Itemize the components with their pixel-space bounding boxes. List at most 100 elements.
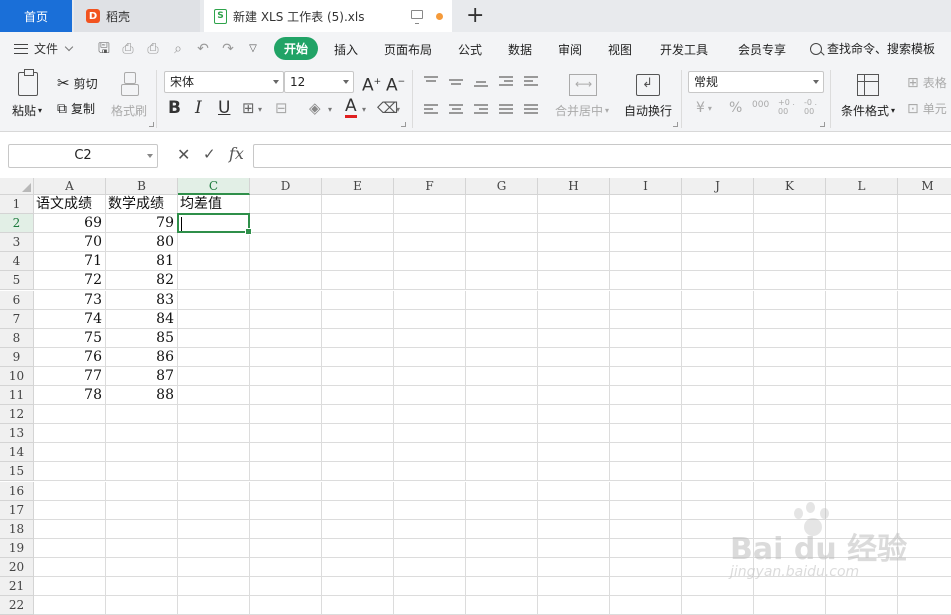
cell-h17[interactable] [538,500,610,520]
wrap-text-label-wrap[interactable]: 自动换行 [624,102,672,119]
column-header-j[interactable]: J [682,178,754,195]
cell-d1[interactable] [250,195,322,215]
cell-i21[interactable] [610,577,682,597]
row-header-19[interactable]: 19 [0,538,34,558]
cell-a6[interactable]: 73 [34,290,106,310]
tab-insert[interactable]: 插入 [334,41,358,58]
tab-start[interactable]: 开始 [274,37,319,60]
cell-m13[interactable] [898,424,951,444]
cell-e10[interactable] [322,366,394,386]
cell-style-button[interactable]: ⊡ 单元 [907,100,947,117]
cell-a4[interactable]: 71 [34,252,106,272]
cancel-edit-icon[interactable]: ✕ [177,145,190,164]
cell-m5[interactable] [898,271,951,291]
tab-view[interactable]: 视图 [608,41,632,58]
cell-m9[interactable] [898,348,951,367]
cell-a1[interactable]: 语文成绩 [34,195,106,215]
customize-quick-access-icon[interactable]: ▽ [245,41,261,57]
cell-g21[interactable] [466,577,538,597]
indent-increase-icon[interactable] [524,76,538,87]
cell-j1[interactable] [682,195,754,215]
cell-d11[interactable] [250,386,322,406]
cell-d19[interactable] [250,538,322,558]
cell-c6[interactable] [178,290,250,310]
cell-i22[interactable] [610,596,682,615]
cell-f22[interactable] [394,596,466,615]
cell-f16[interactable] [394,481,466,501]
cell-h1[interactable] [538,195,610,215]
tab-member[interactable]: 会员专享 [738,41,786,58]
tab-document[interactable]: S 新建 XLS 工作表 (5).xls [204,0,452,32]
cell-e7[interactable] [322,309,394,329]
cell-i7[interactable] [610,309,682,329]
cell-l4[interactable] [826,252,898,272]
cell-a2[interactable]: 69 [34,214,106,234]
cell-f4[interactable] [394,252,466,272]
cell-k21[interactable] [754,577,826,597]
cell-m17[interactable] [898,501,951,520]
cell-j19[interactable] [682,538,754,558]
cell-a20[interactable] [34,557,106,577]
cell-j13[interactable] [682,424,754,444]
row-header-18[interactable]: 18 [0,519,34,539]
cell-e22[interactable] [322,596,394,615]
cell-k1[interactable] [754,195,826,215]
justify-icon[interactable] [499,104,513,115]
cell-i8[interactable] [610,328,682,348]
row-header-13[interactable]: 13 [0,424,34,444]
cell-b16[interactable] [106,481,178,501]
cell-h2[interactable] [538,214,610,234]
cell-l14[interactable] [826,443,898,463]
cell-a5[interactable]: 72 [34,271,106,291]
new-tab-button[interactable]: + [466,3,484,29]
row-header-8[interactable]: 8 [0,328,34,348]
increase-font-button[interactable]: A+ [362,72,381,96]
cell-k3[interactable] [754,233,826,253]
alignment-launcher-icon[interactable] [673,122,678,127]
cell-i9[interactable] [610,347,682,367]
row-header-2[interactable]: 2 [0,214,34,234]
save-icon[interactable]: 🖫 [96,41,112,57]
cell-h11[interactable] [538,386,610,406]
cell-k19[interactable] [754,538,826,558]
number-format-select[interactable]: 常规 [688,71,824,93]
cell-d16[interactable] [250,481,322,501]
cell-l1[interactable] [826,195,898,215]
copy-button[interactable]: ⧉ 复制 [57,100,95,117]
cell-d18[interactable] [250,519,322,539]
cell-k2[interactable] [754,214,826,234]
indent-decrease-icon[interactable] [499,76,513,87]
cell-g19[interactable] [466,538,538,558]
cell-c15[interactable] [178,462,250,482]
row-header-5[interactable]: 5 [0,271,34,291]
cell-a8[interactable]: 75 [34,328,106,348]
cell-e8[interactable] [322,328,394,348]
bold-button[interactable]: B [168,98,181,118]
paste-dropdown[interactable]: 粘贴 ▾ [12,102,42,119]
cell-b3[interactable]: 80 [106,233,178,253]
cell-i15[interactable] [610,462,682,482]
cell-l10[interactable] [826,366,898,386]
cell-c14[interactable] [178,443,250,463]
cell-a3[interactable]: 70 [34,233,106,253]
cell-g20[interactable] [466,557,538,577]
cell-h13[interactable] [538,424,610,444]
cell-g9[interactable] [466,347,538,367]
align-left-icon[interactable] [424,104,438,115]
column-header-l[interactable]: L [826,178,898,195]
cell-g17[interactable] [466,500,538,520]
cell-m12[interactable] [898,405,951,425]
cell-h4[interactable] [538,252,610,272]
tab-developer[interactable]: 开发工具 [660,41,708,58]
cell-m3[interactable] [898,233,951,253]
cell-b11[interactable]: 88 [106,386,178,406]
distributed-icon[interactable] [524,104,538,115]
row-header-14[interactable]: 14 [0,443,34,463]
borders-icon[interactable]: ⊞ [242,98,255,118]
cell-c11[interactable] [178,386,250,406]
cell-i18[interactable] [610,519,682,539]
cell-h3[interactable] [538,233,610,253]
cell-b20[interactable] [106,557,178,577]
font-launcher-icon[interactable] [401,122,406,127]
cell-c4[interactable] [178,252,250,272]
